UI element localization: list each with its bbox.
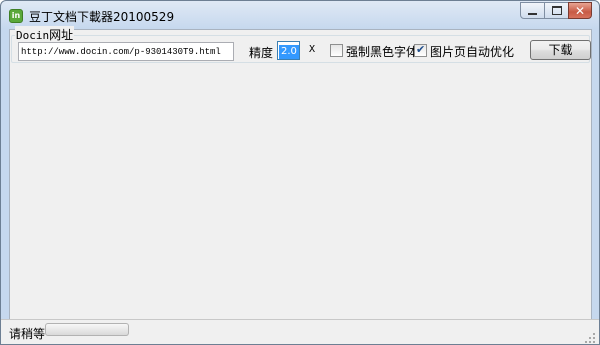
- resize-grip-icon[interactable]: [585, 333, 595, 343]
- url-input[interactable]: [18, 42, 234, 61]
- force-black-font-checkbox[interactable]: [330, 44, 343, 57]
- status-text: 请稍等: [9, 327, 46, 341]
- precision-unit-label: X: [309, 44, 316, 55]
- maximize-button[interactable]: [544, 2, 569, 19]
- auto-optimize-label[interactable]: 图片页自动优化: [430, 43, 514, 60]
- maximize-icon: [551, 6, 562, 15]
- auto-optimize-checkbox[interactable]: ✔: [414, 43, 427, 57]
- url-group-label-cjk: 网址: [49, 28, 74, 42]
- minimize-icon: [528, 12, 537, 15]
- precision-value: 2.0: [279, 45, 299, 59]
- download-button[interactable]: 下载: [530, 40, 591, 60]
- close-icon: ✕: [574, 3, 586, 18]
- window-title: 豆丁文档下載器20100529: [29, 10, 175, 24]
- progress-bar: [45, 323, 129, 336]
- main-panel: Docin网址 精度 2.0 X 强制黑色字体 ✔ 图片页自动优化 下载: [9, 26, 592, 337]
- close-button[interactable]: ✕: [568, 2, 592, 19]
- app-window: in 豆丁文档下載器20100529 ✕ Docin网址 精度 2.0 X 强制…: [0, 0, 600, 345]
- url-group-label: Docin网址: [15, 26, 75, 43]
- force-black-font-label[interactable]: 强制黑色字体: [346, 43, 418, 60]
- status-bar: 请稍等: [1, 319, 599, 344]
- app-icon: in: [9, 9, 23, 23]
- checkmark-icon: ✔: [416, 43, 426, 56]
- precision-label: 精度: [249, 46, 274, 60]
- minimize-button[interactable]: [520, 2, 545, 19]
- precision-input[interactable]: 2.0: [277, 41, 300, 60]
- title-bar[interactable]: in 豆丁文档下載器20100529 ✕: [1, 1, 599, 29]
- url-group-label-latin: Docin: [16, 29, 50, 42]
